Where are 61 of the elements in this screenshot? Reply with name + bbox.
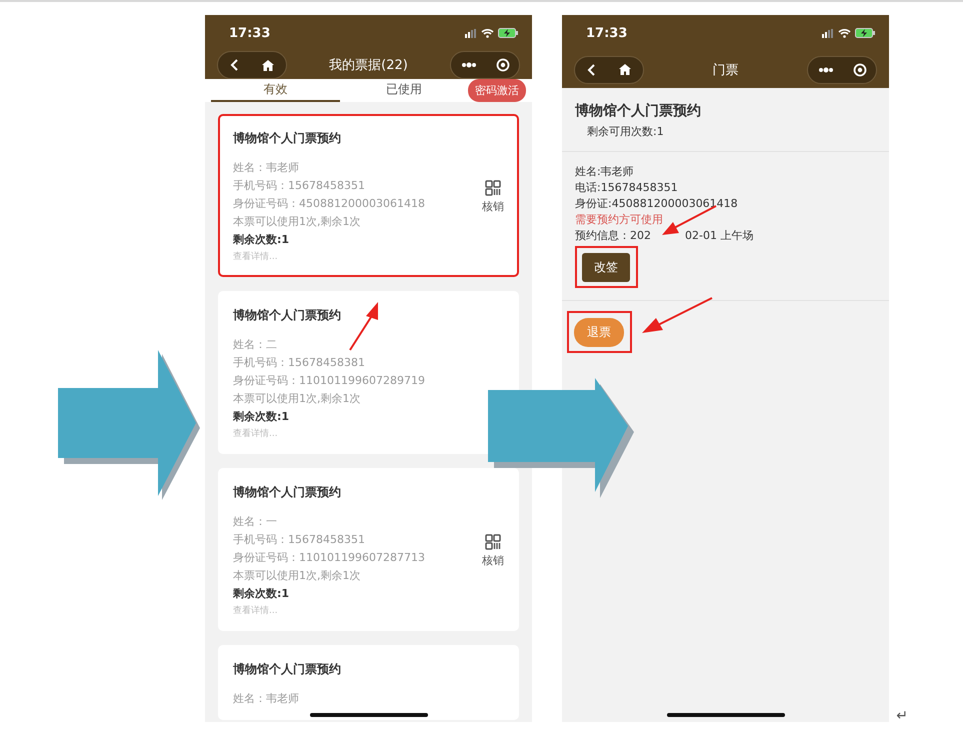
paragraph-mark: ↵ (896, 708, 908, 724)
battery-icon (498, 28, 518, 38)
back-icon[interactable] (587, 64, 595, 76)
holder-name: 姓名：韦老师 (233, 691, 299, 706)
back-icon[interactable] (230, 59, 238, 71)
signal-icon (822, 28, 834, 38)
annotation-arrow (349, 302, 378, 351)
verify-button[interactable]: 核销 (482, 180, 504, 214)
more-icon[interactable] (460, 62, 476, 68)
ticket-card[interactable]: 博物馆个人门票预约 姓名：韦老师 (218, 645, 519, 720)
info-text: 电话:15678458351 (575, 180, 679, 195)
tab[interactable]: 有效 (211, 79, 340, 102)
ticket-title: 博物馆个人门票预约 (233, 130, 341, 147)
password-activate-button[interactable]: 密码激活 (468, 79, 526, 102)
ticket-title: 博物馆个人门票预约 (233, 661, 341, 678)
holder-name: 姓名：二 (233, 337, 277, 352)
booking-info: 02-01 上午场 (685, 228, 754, 243)
ticket-title: 博物馆个人门票预约 (233, 307, 341, 324)
usage-text: 本票可以使用1次,剩余1次 (233, 391, 360, 406)
info-text: 姓名:韦老师 (575, 164, 635, 179)
verify-button[interactable]: 核销 (482, 534, 504, 568)
ticket-title: 博物馆个人门票预约 (575, 102, 702, 120)
home-icon[interactable] (619, 64, 631, 75)
notice-text: 需要预约方可使用 (575, 212, 664, 227)
close-icon[interactable] (852, 62, 866, 76)
ticket-card[interactable]: 博物馆个人门票预约 姓名：二 手机号码：15678458381 身份证号码：110101199607289719 本票可以使用1次,剩余1次 剩余次数:1 查看详情... (218, 291, 519, 454)
remaining-count: 剩余次数:1 (233, 409, 290, 424)
info-text: 身份证:450881200003061418 (575, 196, 739, 211)
id-number: 身份证号码：450881200003061418 (233, 196, 425, 211)
remaining-count: 剩余可用次数:1 (586, 124, 665, 139)
home-icon[interactable] (262, 60, 274, 70)
status-time: 17:33 (229, 26, 270, 40)
status-time: 17:33 (586, 26, 628, 40)
id-number: 身份证号码：110101199607287713 (233, 550, 425, 565)
page-title: 门票 (712, 62, 738, 78)
remaining-count: 剩余次数:1 (233, 586, 290, 601)
remaining-count: 剩余次数:1 (233, 232, 290, 247)
annotation-arrow (642, 297, 712, 333)
tab[interactable]: 已使用 (340, 79, 468, 102)
close-icon[interactable] (496, 58, 510, 72)
phone-number: 手机号码：15678458381 (233, 355, 365, 370)
page-title: 我的票据(22) (329, 57, 408, 74)
usage-text: 本票可以使用1次,剩余1次 (233, 214, 360, 229)
ticket-title: 博物馆个人门票预约 (233, 484, 341, 501)
booking-info: 预约信息：202 (575, 228, 651, 243)
ticket-card[interactable]: 博物馆个人门票预约 姓名：一 手机号码：15678458351 身份证号码：110101199607287713 本票可以使用1次,剩余1次 剩余次数:1 查看详情... 核销 (218, 468, 519, 631)
qr-icon (485, 534, 501, 550)
holder-name: 姓名：一 (233, 514, 277, 529)
qr-icon (485, 180, 501, 196)
wifi-icon (838, 28, 851, 38)
signal-icon (465, 28, 477, 38)
phone-number: 手机号码：15678458351 (233, 532, 365, 547)
battery-icon (855, 28, 875, 38)
ticket-card[interactable]: 博物馆个人门票预约 姓名：韦老师 手机号码：15678458351 身份证号码：450881200003061418 本票可以使用1次,剩余1次 剩余次数:1 查看详情... 核销 (218, 114, 519, 277)
action-button[interactable]: 改签 (582, 253, 630, 282)
id-number: 身份证号码：110101199607289719 (233, 373, 425, 388)
wifi-icon (481, 28, 494, 38)
more-icon[interactable] (818, 66, 834, 72)
holder-name: 姓名：韦老师 (233, 160, 299, 175)
phone-number: 手机号码：15678458351 (233, 178, 365, 193)
usage-text: 本票可以使用1次,剩余1次 (233, 568, 360, 583)
